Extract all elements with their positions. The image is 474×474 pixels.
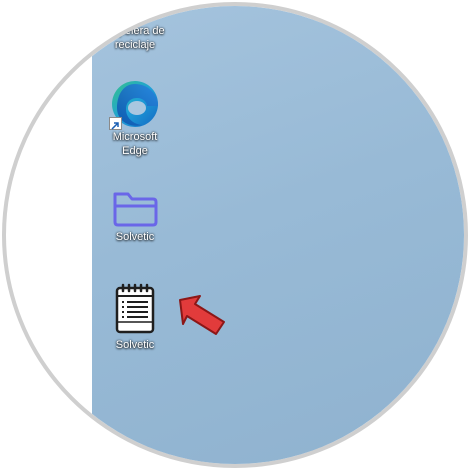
notepad-icon	[110, 282, 160, 334]
screenshot-frame: Papelera de reciclaje Microsoft Edge Sol…	[0, 0, 474, 474]
desktop-icon-label: Solvetic	[115, 339, 155, 351]
desktop-icon-recycle-bin[interactable]: Papelera de reciclaje	[97, 24, 173, 52]
desktop-icon-label: Solvetic	[115, 231, 155, 243]
folder-icon	[110, 186, 160, 230]
desktop-icon-label: Papelera de reciclaje	[105, 25, 165, 51]
annotation-arrow-icon	[176, 292, 232, 342]
shortcut-arrow-icon	[109, 117, 122, 130]
circular-crop: Papelera de reciclaje Microsoft Edge Sol…	[2, 2, 468, 468]
desktop-icon-solvetic-notepad[interactable]: Solvetic	[97, 282, 173, 352]
edge-icon	[109, 78, 161, 130]
desktop-area[interactable]: Papelera de reciclaje Microsoft Edge Sol…	[92, 6, 464, 464]
desktop-icon-microsoft-edge[interactable]: Microsoft Edge	[97, 78, 173, 158]
desktop-icon-label: Microsoft Edge	[112, 131, 158, 157]
desktop-icon-solvetic-folder[interactable]: Solvetic	[97, 186, 173, 244]
